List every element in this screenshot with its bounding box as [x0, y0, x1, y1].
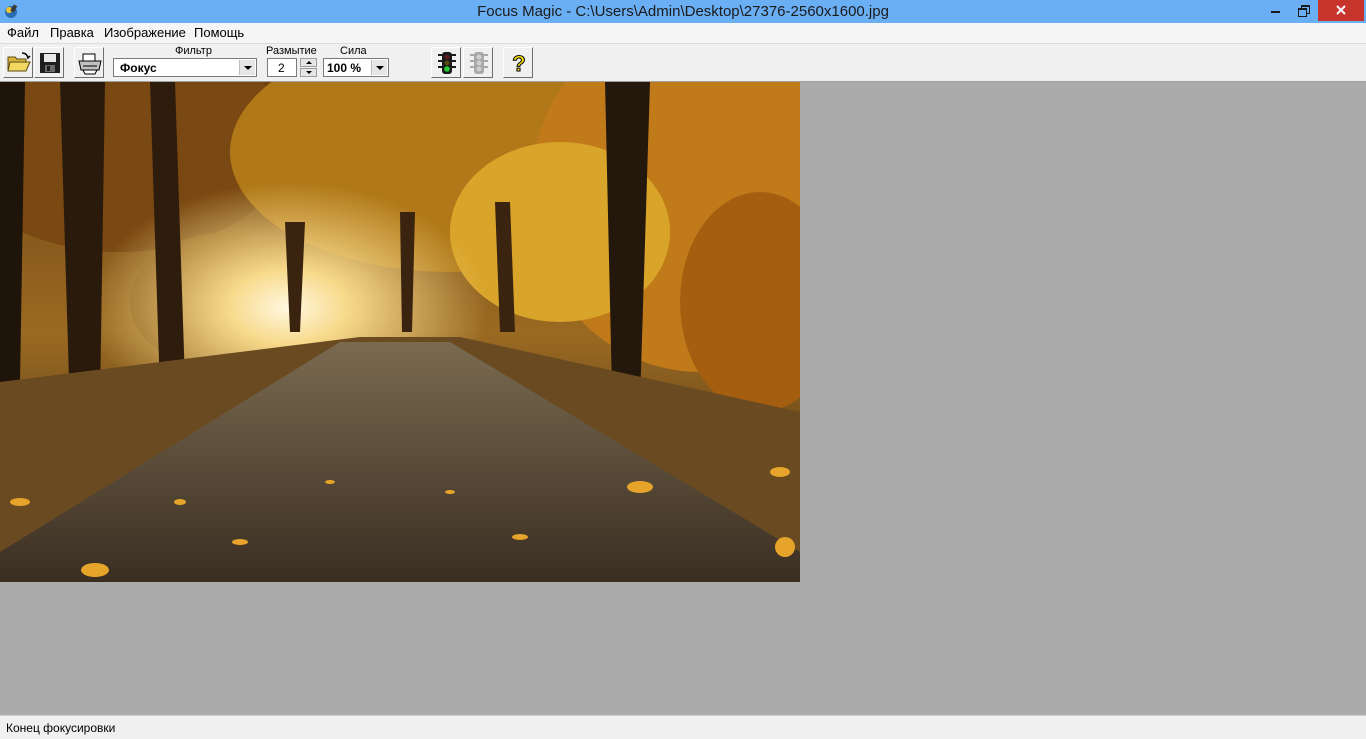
save-icon — [40, 53, 60, 73]
help-icon: ? — [512, 51, 526, 77]
blur-value: 2 — [278, 61, 285, 75]
menu-file[interactable]: Файл — [7, 25, 39, 40]
image-workspace[interactable] — [0, 82, 1366, 715]
close-icon — [1336, 5, 1346, 15]
close-button[interactable] — [1318, 0, 1364, 21]
menu-bar: Файл Правка Изображение Помощь — [0, 23, 1366, 44]
strength-select[interactable]: 100 % — [323, 58, 389, 77]
strength-label: Сила — [340, 45, 367, 57]
svg-text:?: ? — [512, 51, 525, 76]
print-icon — [78, 53, 102, 75]
filter-select[interactable]: Фокус — [113, 58, 257, 77]
chevron-down-icon[interactable] — [239, 60, 255, 75]
window-title: Focus Magic - C:\Users\Admin\Desktop\273… — [477, 3, 889, 20]
menu-image[interactable]: Изображение — [104, 25, 186, 40]
open-icon — [7, 52, 31, 72]
blur-label: Размытие — [266, 45, 317, 57]
title-bar: Focus Magic - C:\Users\Admin\Desktop\273… — [0, 0, 1366, 23]
minimize-button[interactable] — [1262, 0, 1288, 21]
filter-value: Фокус — [120, 61, 157, 75]
blur-input[interactable]: 2 — [267, 58, 297, 77]
stop-filter-button[interactable] — [463, 47, 493, 78]
autumn-forest-road-photo — [0, 82, 800, 582]
status-bar: Конец фокусировки — [0, 715, 1366, 739]
help-button[interactable]: ? — [503, 47, 533, 78]
traffic-light-icon — [438, 52, 456, 74]
restore-button[interactable] — [1290, 0, 1316, 21]
menu-help[interactable]: Помощь — [194, 25, 244, 40]
blur-decrement-button[interactable] — [300, 68, 317, 77]
save-button[interactable] — [34, 47, 64, 78]
status-text: Конец фокусировки — [6, 721, 116, 735]
apply-filter-button[interactable] — [431, 47, 461, 78]
print-button[interactable] — [74, 47, 104, 78]
filter-label: Фильтр — [175, 45, 212, 57]
traffic-light-disabled-icon — [470, 52, 488, 74]
chevron-down-icon[interactable] — [371, 60, 387, 75]
blur-increment-button[interactable] — [300, 58, 317, 67]
menu-edit[interactable]: Правка — [50, 25, 94, 40]
open-button[interactable] — [3, 47, 33, 78]
strength-value: 100 % — [327, 61, 362, 75]
